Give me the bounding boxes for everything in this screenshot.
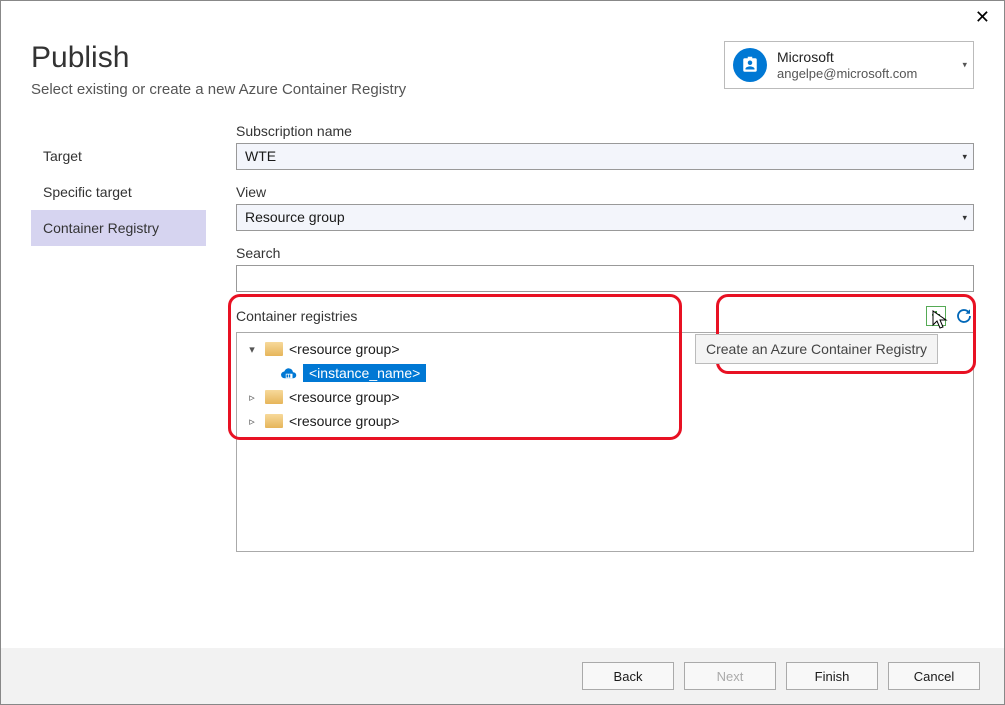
folder-icon xyxy=(265,390,283,404)
next-button: Next xyxy=(684,662,776,690)
subscription-label: Subscription name xyxy=(236,123,974,139)
dialog-footer: Back Next Finish Cancel xyxy=(1,648,1004,704)
expander-icon[interactable]: ▹ xyxy=(245,415,259,428)
tree-node-resource-group[interactable]: ▹ <resource group> xyxy=(237,409,973,433)
cancel-button[interactable]: Cancel xyxy=(888,662,980,690)
tree-node-instance[interactable]: <instance_name> xyxy=(237,361,973,385)
create-registry-tooltip: Create an Azure Container Registry xyxy=(695,334,938,364)
tree-node-resource-group[interactable]: ▹ <resource group> xyxy=(237,385,973,409)
view-label: View xyxy=(236,184,974,200)
tree-node-label: <resource group> xyxy=(289,389,400,405)
account-switcher[interactable]: Microsoft angelpe@microsoft.com ▾ xyxy=(724,41,974,89)
back-button[interactable]: Back xyxy=(582,662,674,690)
publish-dialog: ✕ Publish Select existing or create a ne… xyxy=(0,0,1005,705)
folder-icon xyxy=(265,342,283,356)
tree-node-label: <resource group> xyxy=(289,341,400,357)
account-email: angelpe@microsoft.com xyxy=(777,66,917,82)
chevron-down-icon: ▾ xyxy=(962,151,967,162)
step-container-registry[interactable]: Container Registry xyxy=(31,210,206,246)
close-icon[interactable]: ✕ xyxy=(975,7,990,28)
badge-icon xyxy=(733,48,767,82)
tree-node-label: <resource group> xyxy=(289,413,400,429)
chevron-down-icon: ▾ xyxy=(962,60,967,71)
view-dropdown[interactable]: Resource group ▾ xyxy=(236,204,974,231)
container-registries-label: Container registries xyxy=(236,308,357,324)
expander-icon[interactable]: ▾ xyxy=(245,343,259,356)
expander-icon[interactable]: ▹ xyxy=(245,391,259,404)
step-specific-target[interactable]: Specific target xyxy=(31,174,206,210)
step-target[interactable]: Target xyxy=(31,138,206,174)
page-subtitle: Select existing or create a new Azure Co… xyxy=(31,81,406,98)
subscription-value: WTE xyxy=(245,148,276,164)
account-org: Microsoft xyxy=(777,49,917,66)
wizard-steps: Target Specific target Container Registr… xyxy=(31,118,206,552)
search-label: Search xyxy=(236,245,974,261)
folder-icon xyxy=(265,414,283,428)
chevron-down-icon: ▾ xyxy=(962,212,967,223)
registry-icon xyxy=(279,366,297,380)
view-value: Resource group xyxy=(245,209,345,225)
subscription-dropdown[interactable]: WTE ▾ xyxy=(236,143,974,170)
create-registry-button[interactable]: + xyxy=(926,306,946,326)
tree-node-label: <instance_name> xyxy=(303,364,426,382)
registries-tree[interactable]: ▾ <resource group> <instance_name> ▹ <re… xyxy=(236,332,974,552)
finish-button[interactable]: Finish xyxy=(786,662,878,690)
search-input[interactable] xyxy=(236,265,974,292)
refresh-icon[interactable] xyxy=(954,306,974,326)
page-title: Publish xyxy=(31,41,406,75)
